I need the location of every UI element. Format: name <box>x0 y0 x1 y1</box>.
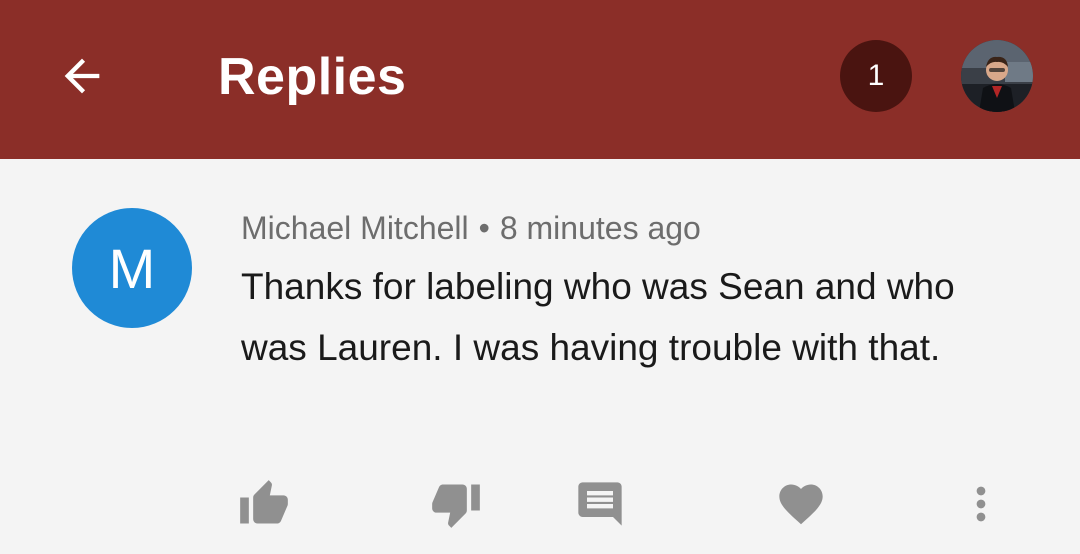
arrow-left-icon <box>64 58 100 94</box>
dislike-button[interactable] <box>428 476 484 532</box>
like-button[interactable] <box>236 476 292 532</box>
comment-meta: Michael Mitchell • 8 minutes ago <box>241 207 701 249</box>
reply-button[interactable] <box>572 476 628 532</box>
comment-text: Thanks for labeling who was Sean and who… <box>241 266 955 368</box>
thumbs-up-icon <box>240 480 288 524</box>
thumbs-down-icon <box>432 484 480 528</box>
more-options-button[interactable] <box>953 476 1009 532</box>
account-avatar[interactable] <box>961 40 1033 112</box>
app-bar: Replies 1 <box>0 0 1080 159</box>
heart-button[interactable] <box>773 476 829 532</box>
comment-author-avatar[interactable]: M <box>72 208 192 328</box>
comment-time: 8 minutes ago <box>499 210 701 246</box>
account-photo-icon <box>961 40 1033 112</box>
more-vert-icon <box>976 486 986 522</box>
comment-author[interactable]: Michael Mitchell <box>241 210 469 246</box>
heart-icon <box>779 484 823 525</box>
meta-separator: • <box>478 210 490 246</box>
reply-icon <box>578 482 622 526</box>
back-button[interactable] <box>52 46 112 106</box>
page-title: Replies <box>218 48 407 106</box>
notification-badge[interactable]: 1 <box>840 40 912 112</box>
